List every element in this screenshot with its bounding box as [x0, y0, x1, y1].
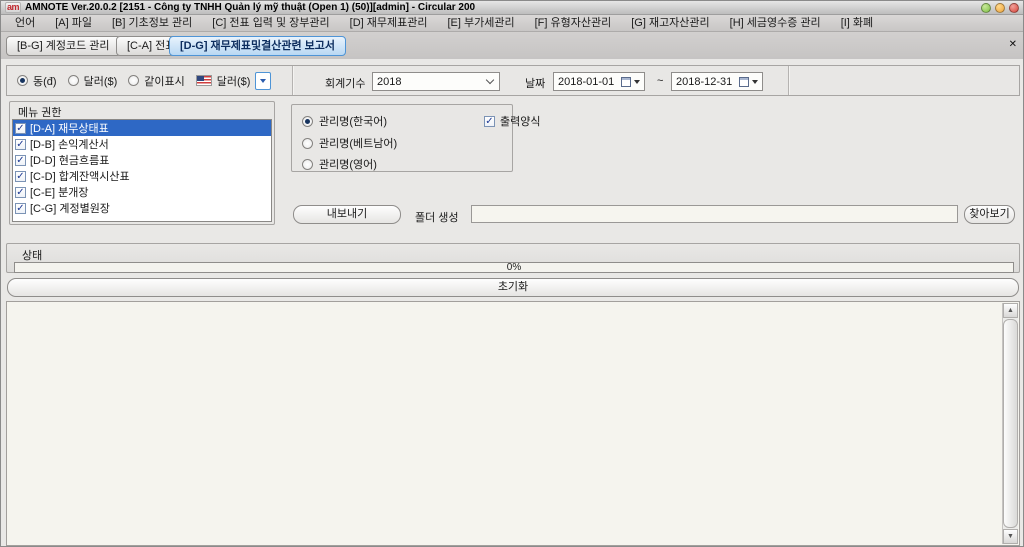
radio-vietnamese-label: 관리명(베트남어)	[319, 135, 397, 151]
calendar-icon	[739, 77, 749, 87]
output-format-label: 출력양식	[500, 113, 540, 129]
menu-item-fixed-assets[interactable]: [F] 유형자산관리	[525, 15, 622, 31]
menu-permission-list: ✓ [D-A] 재무상태표 ✓ [D-B] 손익계산서 ✓ [D-D] 현금흐름…	[12, 119, 272, 222]
date-label: 날짜	[525, 75, 545, 91]
fiscal-period-select[interactable]: 2018	[372, 72, 500, 91]
radio-show-together[interactable]	[128, 75, 139, 86]
menu-permission-group: 메뉴 권한 ✓ [D-A] 재무상태표 ✓ [D-B] 손익계산서 ✓ [D-D…	[9, 101, 275, 225]
menu-item-tax-receipt[interactable]: [H] 세금영수증 관리	[720, 15, 831, 31]
radio-show-together-label: 같이표시	[144, 73, 184, 89]
radio-vietnamese[interactable]: 관리명(베트남어)	[302, 135, 397, 151]
report-workspace-panel: ▲ ▼	[6, 301, 1020, 546]
toolbar-divider	[292, 66, 293, 95]
radio-button-icon	[302, 159, 313, 170]
scroll-up-icon[interactable]: ▲	[1003, 303, 1018, 318]
status-title: 상태	[22, 247, 42, 263]
checkbox-checked-icon[interactable]: ✓	[15, 139, 26, 150]
currency-radio-group: 동(đ) 달러($) 같이표시 달러($)	[7, 66, 292, 95]
checkbox-checked-icon[interactable]: ✓	[484, 116, 495, 127]
tab-strip: [B-G] 계정코드 관리 [C-A] 전표 [D-G] 재무제표및결산관련 보…	[1, 32, 1023, 59]
date-from-picker[interactable]: 2018-01-01	[553, 72, 645, 91]
tab-account-code-management[interactable]: [B-G] 계정코드 관리	[6, 36, 121, 56]
app-logo-icon: am	[5, 2, 21, 13]
currency-dropdown-value: 달러($)	[217, 73, 251, 89]
list-item-trial-balance[interactable]: ✓ [C-D] 합계잔액시산표	[13, 168, 271, 184]
management-name-group: 관리명(한국어) 관리명(베트남어) 관리명(영어)	[291, 104, 513, 172]
progress-bar: 0%	[14, 262, 1014, 273]
folder-create-label: 폴더 생성	[415, 209, 459, 225]
toolbar-divider	[788, 66, 789, 95]
title-bar: am AMNOTE Ver.20.0.2 [2151 - Công ty TNH…	[1, 1, 1023, 15]
checkbox-checked-icon[interactable]: ✓	[15, 171, 26, 182]
menu-item-inventory[interactable]: [G] 재고자산관리	[621, 15, 719, 31]
date-range-separator: ~	[657, 75, 663, 87]
close-window-icon[interactable]	[1009, 3, 1019, 13]
vertical-scrollbar[interactable]: ▲ ▼	[1002, 303, 1018, 544]
fiscal-period-value: 2018	[377, 76, 483, 88]
list-item-label: [C-D] 합계잔액시산표	[30, 168, 130, 184]
menu-item-vat[interactable]: [E] 부가세관리	[438, 15, 525, 31]
us-flag-icon	[196, 75, 212, 86]
chevron-down-icon	[752, 80, 758, 84]
checkbox-checked-icon[interactable]: ✓	[15, 155, 26, 166]
date-to-picker[interactable]: 2018-12-31	[671, 72, 763, 91]
checkbox-checked-icon[interactable]: ✓	[15, 187, 26, 198]
scroll-down-icon[interactable]: ▼	[1003, 529, 1018, 544]
calendar-icon	[621, 77, 631, 87]
date-from-value: 2018-01-01	[558, 76, 621, 88]
radio-button-icon	[302, 116, 313, 127]
chevron-down-icon	[634, 80, 640, 84]
list-item-label: [C-E] 분개장	[30, 184, 88, 200]
menu-item-language[interactable]: 언어	[5, 15, 45, 31]
radio-dollar[interactable]	[68, 75, 79, 86]
reset-button[interactable]: 초기화	[7, 278, 1019, 297]
list-item-balance-sheet[interactable]: ✓ [D-A] 재무상태표	[13, 120, 271, 136]
checkbox-checked-icon[interactable]: ✓	[15, 123, 26, 134]
window-controls	[981, 3, 1019, 13]
filter-toolbar: 동(đ) 달러($) 같이표시 달러($) 회계기수 2018 날짜 2018-…	[6, 65, 1020, 96]
list-item-income-statement[interactable]: ✓ [D-B] 손익계산서	[13, 136, 271, 152]
list-item-cash-flow[interactable]: ✓ [D-D] 현금흐름표	[13, 152, 271, 168]
menu-permission-title: 메뉴 권한	[18, 104, 62, 120]
list-item-label: [D-B] 손익계산서	[30, 136, 109, 152]
window-title: AMNOTE Ver.20.0.2 [2151 - Công ty TNHH Q…	[25, 2, 475, 13]
list-item-label: [D-D] 현금흐름표	[30, 152, 109, 168]
export-button[interactable]: 내보내기	[293, 205, 401, 224]
browse-button[interactable]: 찾아보기	[964, 205, 1015, 224]
menu-item-file[interactable]: [A] 파일	[45, 15, 102, 31]
currency-dropdown-button[interactable]	[255, 72, 271, 90]
menu-bar: 언어 [A] 파일 [B] 기초정보 관리 [C] 전표 입력 및 장부관리 […	[1, 15, 1023, 32]
radio-english[interactable]: 관리명(영어)	[302, 156, 377, 172]
menu-item-financial-statements[interactable]: [D] 재무제표관리	[340, 15, 438, 31]
output-format-option[interactable]: ✓ 출력양식	[484, 113, 540, 129]
list-item-label: [D-A] 재무상태표	[30, 120, 109, 136]
progress-label: 0%	[507, 262, 521, 273]
radio-button-icon	[302, 138, 313, 149]
radio-korean[interactable]: 관리명(한국어)	[302, 113, 387, 129]
menu-item-basic-info[interactable]: [B] 기초정보 관리	[102, 15, 202, 31]
status-group: 상태 0%	[6, 243, 1020, 273]
app-window: am AMNOTE Ver.20.0.2 [2151 - Công ty TNH…	[0, 0, 1024, 547]
tab-financial-report[interactable]: [D-G] 재무제표및결산관련 보고서	[169, 36, 346, 56]
date-to-value: 2018-12-31	[676, 76, 739, 88]
list-item-journal[interactable]: ✓ [C-E] 분개장	[13, 184, 271, 200]
radio-korean-label: 관리명(한국어)	[319, 113, 387, 129]
chevron-down-icon	[486, 76, 494, 84]
menu-item-currency[interactable]: [I] 화폐	[831, 15, 883, 31]
fiscal-period-label: 회계기수	[325, 75, 365, 91]
radio-english-label: 관리명(영어)	[319, 156, 377, 172]
minimize-icon[interactable]	[981, 3, 991, 13]
tab-close-icon[interactable]: ✕	[1009, 40, 1017, 50]
menu-item-journal-entry[interactable]: [C] 전표 입력 및 장부관리	[202, 15, 339, 31]
checkbox-checked-icon[interactable]: ✓	[15, 203, 26, 214]
list-item-account-ledger[interactable]: ✓ [C-G] 계정별원장	[13, 200, 271, 216]
radio-dong[interactable]	[17, 75, 28, 86]
folder-path-input[interactable]	[471, 205, 958, 223]
maximize-icon[interactable]	[995, 3, 1005, 13]
radio-dong-label: 동(đ)	[33, 73, 57, 89]
scrollbar-thumb[interactable]	[1003, 319, 1018, 528]
chevron-down-icon	[260, 79, 266, 83]
list-item-label: [C-G] 계정별원장	[30, 200, 110, 216]
radio-dollar-label: 달러($)	[84, 73, 118, 89]
